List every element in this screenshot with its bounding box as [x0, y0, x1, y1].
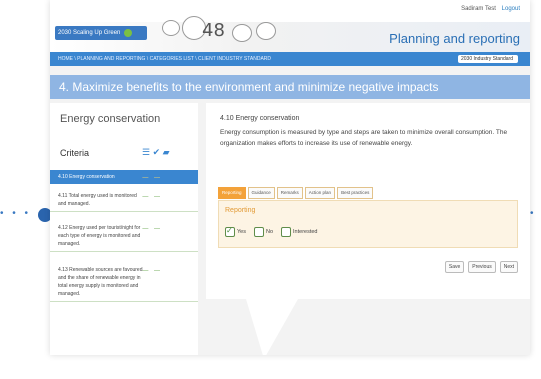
user-area: Sadiram Test Logout: [461, 6, 520, 12]
user-name: Sadiram Test: [461, 6, 496, 12]
criteria-item-label: 4.11 Total energy used is monitored and …: [58, 193, 137, 207]
criteria-item-label: 4.10 Energy conservation: [58, 174, 115, 180]
status-dashes: — —: [142, 268, 162, 274]
criteria-item-4-10[interactable]: 4.10 Energy conservation — —: [50, 170, 198, 184]
section-header: 4. Maximize benefits to the environment …: [50, 75, 530, 99]
criteria-item-4-11[interactable]: 4.11 Total energy used is monitored and …: [50, 189, 198, 212]
leaf-icon: [124, 29, 133, 37]
option-label: Yes: [237, 229, 246, 235]
logout-link[interactable]: Logout: [502, 6, 520, 12]
detail-description: Energy consumption is measured by type a…: [220, 129, 508, 147]
criteria-detail: 4.10 Energy conservation Energy consumpt…: [206, 103, 530, 299]
interested-checkbox[interactable]: [281, 227, 292, 237]
criteria-heading: Criteria: [60, 148, 90, 158]
option-label: Interested: [293, 229, 318, 235]
criteria-item-4-12[interactable]: 4.12 Energy used per tourist/night for e…: [50, 221, 198, 252]
tab-guidance[interactable]: Guidance: [247, 187, 275, 199]
tab-reporting[interactable]: Reporting: [218, 187, 246, 199]
banner-number: 48: [202, 20, 225, 41]
standard-select-value: 2030 Industry Standard: [461, 56, 513, 62]
option-yes[interactable]: Yes: [225, 226, 246, 237]
option-no[interactable]: No: [253, 227, 274, 237]
criteria-item-label: 4.12 Energy used per tourist/night for e…: [58, 225, 141, 247]
reporting-label: Reporting: [225, 207, 256, 214]
speech-pointer: [246, 299, 298, 355]
option-interested[interactable]: Interested: [281, 227, 317, 237]
next-button[interactable]: Next: [499, 261, 518, 273]
app-window: Sadiram Test Logout 2030 Scaling Up Gree…: [50, 0, 530, 355]
sidebar-title: Energy conservation: [60, 113, 161, 125]
criteria-item-label: 4.13 Renewable sources are favoured and …: [58, 267, 143, 297]
status-dashes: — —: [142, 175, 162, 181]
dial-icon: [162, 20, 180, 36]
tab-best-practices[interactable]: Best practices: [337, 187, 374, 199]
previous-button[interactable]: Previous: [468, 261, 496, 273]
status-dashes: — —: [142, 194, 162, 200]
reporting-panel: Reporting Yes No Interested: [218, 200, 518, 248]
top-bar: Sadiram Test Logout: [50, 0, 530, 22]
breadcrumb: HOME \ PLANNING AND REPORTING \ CATEGORI…: [50, 52, 530, 66]
logo-text: 2030 Scaling Up Green: [58, 30, 121, 36]
detail-title: 4.10 Energy conservation: [220, 115, 300, 122]
check-icon[interactable]: ✔: [153, 147, 161, 157]
decorative-dots-right: •: [530, 208, 537, 219]
criteria-icons: ☰ ✔ ▰: [142, 147, 170, 158]
banner-title: Planning and reporting: [389, 31, 520, 46]
yes-checkbox[interactable]: [225, 226, 235, 237]
standard-select[interactable]: 2030 Industry Standard: [458, 55, 518, 63]
breadcrumb-text[interactable]: HOME \ PLANNING AND REPORTING \ CATEGORI…: [58, 56, 271, 62]
section-title: 4. Maximize benefits to the environment …: [59, 80, 439, 94]
no-checkbox[interactable]: [253, 227, 264, 237]
list-icon[interactable]: ☰: [142, 147, 150, 157]
save-button[interactable]: Save: [444, 261, 465, 273]
dial-icon: [232, 24, 252, 42]
status-dashes: — —: [142, 226, 162, 232]
detail-tabs: Reporting Guidance Remarks Action plan B…: [218, 187, 518, 199]
tab-remarks[interactable]: Remarks: [276, 187, 303, 199]
decorative-dots-left: • • •: [0, 208, 32, 219]
action-buttons: Save Previous Next: [441, 261, 518, 273]
banner: 2030 Scaling Up Green 48 Planning and re…: [50, 16, 530, 52]
logo[interactable]: 2030 Scaling Up Green: [55, 26, 147, 40]
comment-icon[interactable]: ▰: [163, 147, 170, 157]
option-label: No: [265, 229, 274, 235]
criteria-sidebar: Energy conservation Criteria ☰ ✔ ▰ 4.10 …: [50, 103, 198, 355]
criteria-item-4-13[interactable]: 4.13 Renewable sources are favoured and …: [50, 263, 198, 302]
reporting-options: Yes No Interested: [225, 226, 325, 237]
dial-icon: [256, 22, 276, 40]
tab-action-plan[interactable]: Action plan: [304, 187, 336, 199]
